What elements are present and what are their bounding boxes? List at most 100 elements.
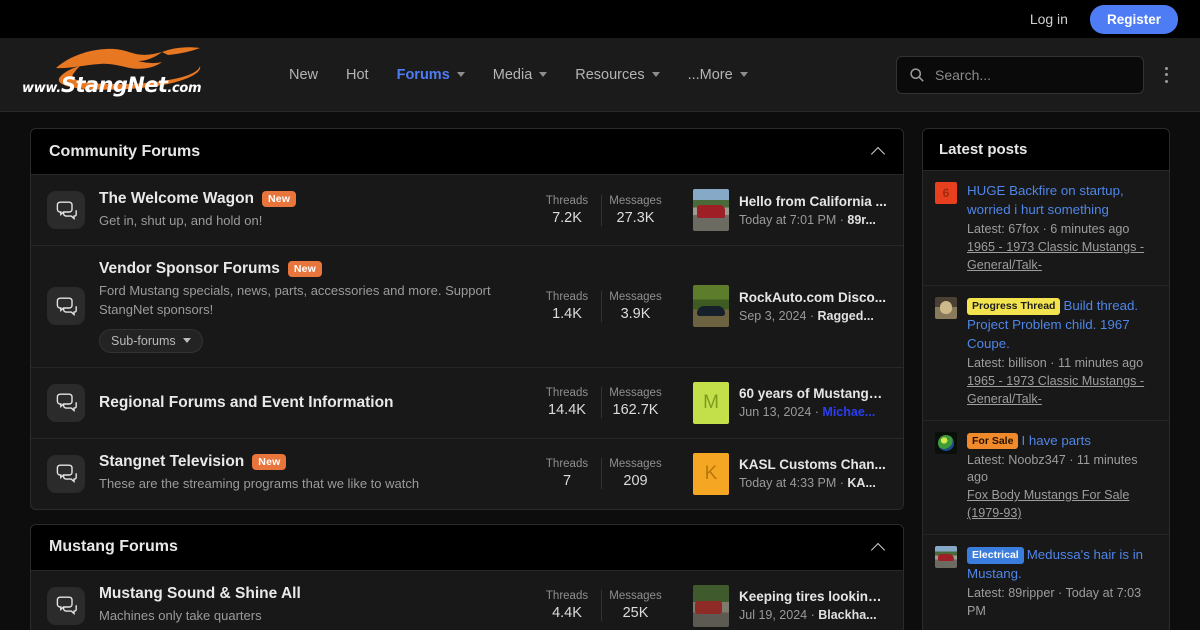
- new-badge: New: [287, 260, 323, 278]
- latest-post-title[interactable]: Electrical Medussa's hair is in Mustang.: [967, 546, 1155, 584]
- forum-row[interactable]: Stangnet Television New These are the stre…: [31, 439, 903, 509]
- messages-label: Messages: [609, 387, 662, 400]
- chevron-down-icon: [651, 72, 660, 77]
- last-post-user[interactable]: Ragged...: [818, 309, 874, 323]
- chevron-up-icon[interactable]: [872, 541, 885, 554]
- post-prefix-badge: Progress Thread: [967, 298, 1061, 316]
- sub-forums-button[interactable]: Sub-forums: [99, 328, 203, 353]
- forum-row[interactable]: The Welcome Wagon New Get in, shut up, and…: [31, 175, 903, 246]
- nav-item-media[interactable]: Media: [481, 59, 560, 91]
- forum-stats: Threads 14.4K Messages 162.7K: [533, 387, 669, 419]
- search-box[interactable]: [896, 55, 1144, 94]
- avatar[interactable]: M: [693, 381, 729, 424]
- forum-row[interactable]: Vendor Sponsor Forums New Ford Mustang spe…: [31, 246, 903, 368]
- latest-post-title-text: HUGE Backfire on startup, worried i hurt…: [967, 183, 1124, 217]
- last-post-meta: Today at 4:33 PM · KA...: [739, 476, 886, 490]
- log-in-link[interactable]: Log in: [1022, 7, 1076, 31]
- sub-forums-label: Sub-forums: [111, 333, 176, 348]
- nav-item-resources[interactable]: Resources: [563, 59, 671, 91]
- thread-thumbnail[interactable]: [693, 189, 729, 231]
- last-post-user[interactable]: Michae...: [822, 405, 875, 419]
- last-post-user[interactable]: 89r...: [847, 213, 876, 227]
- latest-post-title[interactable]: HUGE Backfire on startup, worried i hurt…: [967, 182, 1155, 220]
- forum-name-line: Stangnet Television New: [99, 453, 509, 471]
- nav-item-new[interactable]: New: [277, 59, 330, 91]
- last-post-date: Sep 3, 2024 ·: [739, 308, 818, 323]
- threads-value: 1.4K: [552, 305, 582, 322]
- forum-title-link[interactable]: The Welcome Wagon: [99, 190, 254, 208]
- forum-block-header[interactable]: Community Forums: [31, 129, 903, 175]
- last-post-title[interactable]: Hello from California ...: [739, 194, 887, 209]
- forum-stats: Threads 7 Messages 209: [533, 458, 669, 490]
- forum-name-line: Regional Forums and Event Information: [99, 394, 509, 412]
- register-button[interactable]: Register: [1089, 4, 1178, 34]
- last-post-meta: Jul 19, 2024 · Blackha...: [739, 608, 887, 622]
- forum-stats: Threads 4.4K Messages 25K: [533, 590, 669, 622]
- forum-block-header[interactable]: Mustang Forums: [31, 524, 903, 571]
- latest-post-item[interactable]: Progress Thread Build thread. Project Pro…: [923, 286, 1169, 421]
- post-prefix-badge: For Sale: [967, 432, 1019, 450]
- latest-post-meta: Latest: 89ripper · Today at 7:03 PM: [967, 585, 1142, 618]
- forum-name-line: Mustang Sound & Shine All: [99, 585, 509, 603]
- forum-title-link[interactable]: Vendor Sponsor Forums: [99, 260, 280, 278]
- threads-label: Threads: [545, 194, 589, 207]
- last-post-meta: Sep 3, 2024 · Ragged...: [739, 309, 886, 323]
- latest-post-forum-link[interactable]: 1965 - 1973 Classic Mustangs - General/T…: [967, 373, 1155, 409]
- forum-row[interactable]: Mustang Sound & Shine All Machines only t…: [31, 571, 903, 630]
- last-post-title[interactable]: Keeping tires looking...: [739, 589, 887, 604]
- new-badge: New: [262, 190, 297, 207]
- chevron-up-icon[interactable]: [872, 145, 885, 158]
- chevron-down-icon: [739, 72, 748, 77]
- latest-post-title[interactable]: Progress Thread Build thread. Project Pro…: [967, 297, 1155, 354]
- latest-post-item[interactable]: Electrical Medussa's hair is in Mustang. L…: [923, 535, 1169, 630]
- avatar[interactable]: [935, 431, 957, 454]
- last-post-text: Keeping tires looking... Jul 19, 2024 · B…: [739, 589, 887, 622]
- latest-post-item[interactable]: For Sale I have parts Latest: Noobz347 · 1…: [923, 421, 1169, 535]
- last-post-title[interactable]: 60 years of Mustangs...: [739, 386, 887, 401]
- forum-title-link[interactable]: Regional Forums and Event Information: [99, 394, 394, 412]
- last-post-date: Jun 13, 2024 ·: [739, 405, 823, 420]
- nav-item-more[interactable]: ...More: [676, 59, 760, 91]
- messages-value: 25K: [622, 605, 649, 622]
- latest-post-forum-link[interactable]: Fox Body Mustangs For Sale (1979-93): [967, 487, 1155, 523]
- messages-stat: Messages 209: [601, 458, 669, 490]
- avatar[interactable]: [935, 297, 957, 320]
- avatar[interactable]: K: [693, 452, 729, 495]
- forum-title-link[interactable]: Mustang Sound & Shine All: [99, 585, 301, 603]
- site-logo[interactable]: www.StangNet.com: [22, 46, 237, 104]
- forum-chat-bubbles-icon: [47, 383, 85, 422]
- last-post-user[interactable]: Blackha...: [818, 608, 876, 622]
- messages-label: Messages: [609, 458, 662, 471]
- last-post-text: 60 years of Mustangs... Jun 13, 2024 · Mi…: [739, 386, 887, 419]
- last-post-user[interactable]: KA...: [847, 476, 875, 490]
- nav-item-label: New: [289, 66, 319, 83]
- last-post-title[interactable]: RockAuto.com Disco...: [739, 290, 886, 305]
- latest-post-forum-link[interactable]: 1965 - 1973 Classic Mustangs - General/T…: [967, 239, 1155, 275]
- forum-info: Mustang Sound & Shine All Machines only t…: [99, 585, 509, 626]
- avatar[interactable]: 6: [935, 182, 957, 204]
- threads-label: Threads: [545, 387, 589, 400]
- nav-item-hot[interactable]: Hot: [334, 59, 381, 91]
- forum-chat-bubbles-icon: [47, 287, 85, 326]
- search-input[interactable]: [935, 66, 1131, 83]
- new-badge: New: [252, 454, 287, 471]
- forum-title-link[interactable]: Stangnet Television: [99, 453, 244, 471]
- last-post-meta: Today at 7:01 PM · 89r...: [739, 213, 887, 227]
- latest-posts-title: Latest posts: [939, 141, 1028, 158]
- kebab-menu-icon[interactable]: [1154, 60, 1178, 90]
- latest-post-title[interactable]: For Sale I have parts: [967, 432, 1155, 451]
- forum-block-title: Mustang Forums: [49, 538, 178, 556]
- latest-posts-list: 6 HUGE Backfire on startup, worried i hur…: [923, 171, 1169, 630]
- forum-description: Ford Mustang specials, news, parts, acce…: [99, 283, 491, 317]
- last-post-title[interactable]: KASL Customs Chan...: [739, 457, 886, 472]
- latest-post-item[interactable]: 6 HUGE Backfire on startup, worried i hur…: [923, 171, 1169, 287]
- thread-thumbnail[interactable]: [693, 584, 729, 627]
- thread-thumbnail[interactable]: [693, 285, 729, 328]
- nav-item-forums[interactable]: Forums: [385, 59, 477, 91]
- latest-post-meta: Latest: 67fox · 6 minutes ago: [967, 221, 1130, 236]
- forum-row[interactable]: Regional Forums and Event Information Thr…: [31, 368, 903, 439]
- nav-item-label: Forums: [396, 66, 450, 83]
- avatar[interactable]: [935, 546, 957, 568]
- latest-post-body: Progress Thread Build thread. Project Pro…: [967, 297, 1155, 408]
- threads-stat: Threads 4.4K: [533, 590, 601, 621]
